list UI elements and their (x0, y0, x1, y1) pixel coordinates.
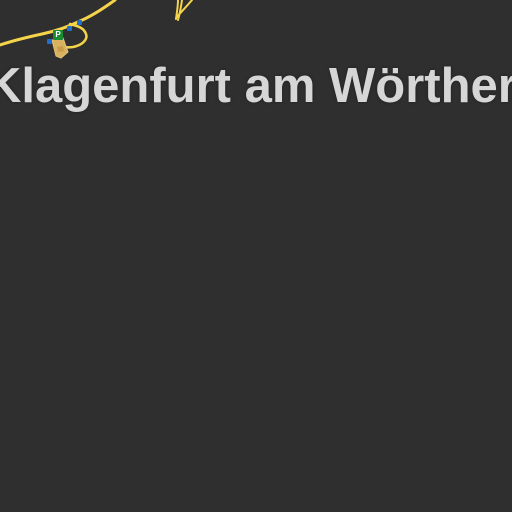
motorway-junction-icon (47, 39, 52, 44)
motorway-junction-icon (67, 26, 72, 31)
motorway-junction-icon (77, 20, 82, 25)
service-area-icon[interactable]: P (53, 30, 63, 40)
city-label[interactable]: Klagenfurt am Wörthersee (0, 62, 512, 111)
exit-road (175, 0, 193, 21)
map-tile[interactable]: P Klagenfurt am Wörthersee (0, 0, 512, 512)
building-detail (57, 46, 64, 52)
